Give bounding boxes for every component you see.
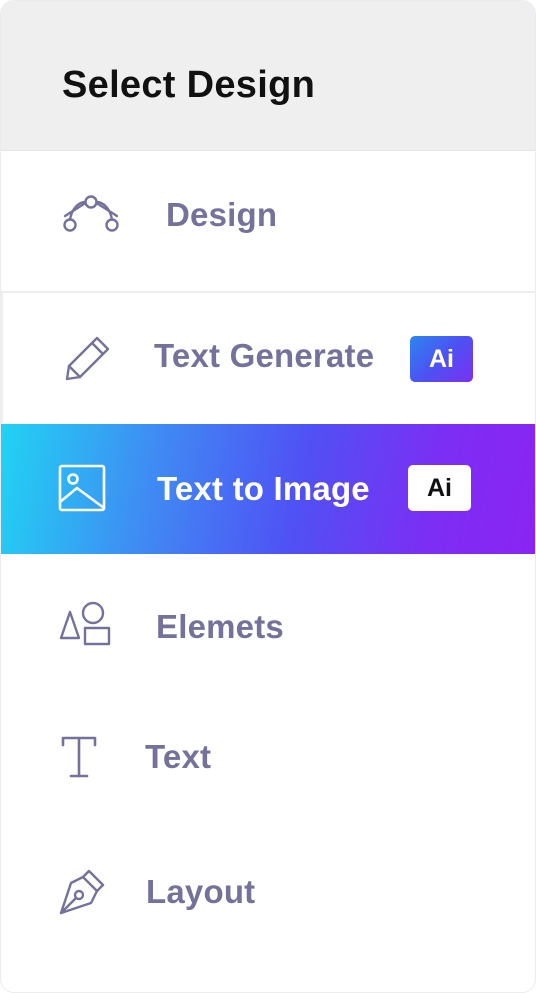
design-panel: Select Design Design Text Generate Ai Te…: [0, 0, 536, 993]
menu-item-layout[interactable]: Layout: [1, 824, 535, 964]
menu-item-text-generate-label: Text Generate: [154, 337, 375, 374]
menu-item-text-to-image-label: Text to Image: [157, 470, 370, 507]
text-t-icon: [61, 736, 97, 778]
menu-item-design[interactable]: Design: [1, 151, 535, 291]
image-icon: [58, 464, 106, 512]
menu-item-text[interactable]: Text: [1, 694, 535, 824]
panel-title: Select Design: [62, 64, 316, 106]
menu-item-text-to-image[interactable]: Text to Image Ai: [1, 424, 535, 554]
menu-item-text-label: Text: [145, 738, 212, 775]
pen-nib-icon: [59, 869, 105, 915]
menu-item-elements[interactable]: Elemets: [1, 554, 535, 694]
panel-header: Select Design: [1, 1, 535, 151]
menu-item-layout-label: Layout: [146, 873, 256, 910]
shapes-icon: [59, 601, 111, 647]
bezier-curve-icon: [62, 195, 120, 233]
pencil-icon: [63, 333, 113, 383]
menu-item-design-label: Design: [166, 196, 278, 233]
menu-item-elements-label: Elemets: [156, 608, 284, 645]
ai-badge: Ai: [410, 336, 473, 382]
menu-item-text-generate[interactable]: Text Generate Ai: [1, 291, 535, 424]
ai-badge: Ai: [408, 465, 471, 511]
